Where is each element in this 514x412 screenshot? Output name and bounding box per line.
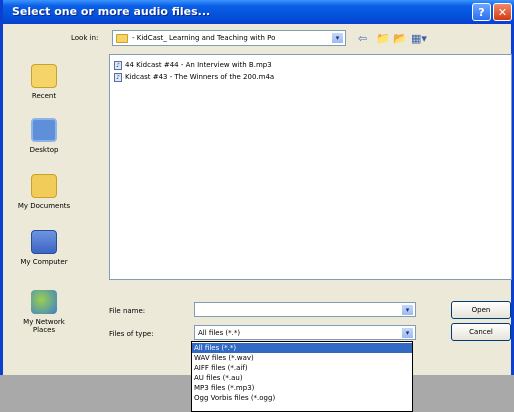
places-bar: Recent Desktop My Documents My Computer … (10, 56, 78, 356)
network-icon (31, 290, 57, 314)
file-type-options: All files (*.*) WAV files (*.wav) AIFF f… (191, 341, 413, 412)
place-recent[interactable]: Recent (10, 64, 78, 100)
back-icon[interactable]: ⇦ (358, 33, 367, 44)
my-documents-icon (31, 174, 57, 198)
file-type-option[interactable]: MP3 files (*.mp3) (192, 383, 412, 393)
title-bar[interactable]: Select one or more audio files... ? ✕ (3, 0, 514, 24)
file-type-option[interactable]: All files (*.*) (192, 343, 412, 353)
place-my-computer[interactable]: My Computer (10, 230, 78, 266)
chevron-down-icon[interactable]: ▾ (401, 327, 414, 339)
chevron-down-icon[interactable]: ▾ (401, 304, 414, 316)
window-title: Select one or more audio files... (12, 5, 211, 18)
cancel-button[interactable]: Cancel (451, 323, 511, 341)
place-desktop[interactable]: Desktop (10, 118, 78, 154)
file-list[interactable]: ♪ 44 Kidcast #44 - An Interview with B.m… (109, 54, 512, 280)
audio-file-icon: ♪ (114, 72, 122, 82)
place-label: Recent (31, 92, 57, 100)
place-my-network[interactable]: My Network Places (10, 290, 78, 334)
place-my-documents[interactable]: My Documents (10, 174, 78, 210)
file-name: 44 Kidcast #44 - An Interview with B.mp3 (125, 61, 272, 69)
open-file-dialog: Select one or more audio files... ? ✕ Lo… (0, 0, 514, 375)
look-in-label: Look in: (71, 34, 99, 42)
place-label: My Network Places (23, 318, 65, 334)
look-in-dropdown[interactable]: - KidCast_ Learning and Teaching with Po… (112, 30, 346, 46)
help-button[interactable]: ? (472, 3, 491, 21)
chevron-down-icon[interactable]: ▾ (331, 32, 344, 44)
new-folder-icon[interactable]: 📂 (393, 33, 407, 44)
file-name: Kidcast #43 - The Winners of the 200.m4a (125, 73, 275, 81)
up-folder-icon[interactable]: 📁 (376, 33, 390, 44)
open-button[interactable]: Open (451, 301, 511, 319)
place-label: Desktop (29, 146, 59, 154)
file-type-value: All files (*.*) (198, 329, 241, 337)
screen: Select one or more audio files... ? ✕ Lo… (0, 0, 514, 412)
place-label: My Documents (17, 202, 71, 210)
file-name-label: File name: (109, 307, 146, 315)
close-button[interactable]: ✕ (493, 3, 512, 21)
recent-icon (31, 64, 57, 88)
folder-icon (116, 34, 128, 43)
file-type-option[interactable]: Ogg Vorbis files (*.ogg) (192, 393, 412, 403)
file-type-label: Files of type: (109, 330, 154, 338)
file-name-field[interactable]: ▾ (194, 302, 416, 317)
look-in-value: - KidCast_ Learning and Teaching with Po (132, 34, 276, 42)
audio-file-icon: ♪ (114, 60, 122, 70)
file-type-select[interactable]: All files (*.*) ▾ (194, 325, 416, 340)
my-computer-icon (31, 230, 57, 254)
place-label: My Computer (20, 258, 68, 266)
file-type-option[interactable]: AU files (*.au) (192, 373, 412, 383)
file-item[interactable]: ♪ 44 Kidcast #44 - An Interview with B.m… (114, 60, 272, 70)
file-type-option[interactable]: WAV files (*.wav) (192, 353, 412, 363)
file-type-option[interactable]: AIFF files (*.aif) (192, 363, 412, 373)
file-item[interactable]: ♪ Kidcast #43 - The Winners of the 200.m… (114, 72, 274, 82)
desktop-icon (31, 118, 57, 142)
view-menu-icon[interactable]: ▦▾ (411, 33, 427, 44)
